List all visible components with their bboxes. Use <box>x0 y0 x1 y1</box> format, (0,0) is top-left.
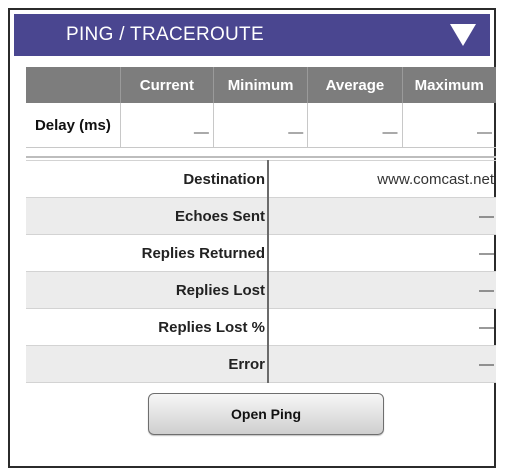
replies-returned-value: — <box>479 244 494 262</box>
replies-returned-label: Replies Returned <box>26 234 269 272</box>
column-header-current: Current <box>119 67 214 103</box>
echoes-sent-label: Echoes Sent <box>26 197 269 235</box>
delay-average-value: — <box>307 103 403 148</box>
panel-header: PING / TRACEROUTE <box>14 14 490 56</box>
open-ping-button[interactable]: Open Ping <box>148 393 384 435</box>
panel-title: PING / TRACEROUTE <box>66 24 264 45</box>
destination-value: www.comcast.net <box>377 170 494 188</box>
delay-row-label: Delay (ms) <box>26 103 121 148</box>
error-label: Error <box>26 345 269 383</box>
triangle-down-icon[interactable] <box>450 24 476 46</box>
ping-traceroute-panel: PING / TRACEROUTE Current Minimum Averag… <box>8 8 496 468</box>
delay-row: Delay (ms) — — — — <box>26 103 496 148</box>
replies-lost-percent-value: — <box>479 318 494 336</box>
table-row: Replies Returned — <box>26 234 496 272</box>
column-header-average: Average <box>307 67 403 103</box>
error-value: — <box>268 345 496 383</box>
delay-maximum-value: — <box>401 103 496 148</box>
echoes-sent-value: — <box>268 197 496 235</box>
delay-minimum-value: — <box>212 103 308 148</box>
delay-table: Current Minimum Average Maximum Delay (m… <box>26 67 496 148</box>
delay-current-value: — <box>119 103 214 148</box>
delay-table-header-row: Current Minimum Average Maximum <box>26 67 496 103</box>
replies-lost-value: — <box>268 271 496 309</box>
section-divider <box>26 156 496 158</box>
ping-results-table: Destination www.comcast.net Echoes Sent … <box>26 160 496 383</box>
destination-label: Destination <box>26 160 269 198</box>
replies-lost-percent-label: Replies Lost % <box>26 308 269 346</box>
replies-lost-label: Replies Lost <box>26 271 269 309</box>
table-row: Error — <box>26 345 496 383</box>
column-header-blank <box>26 67 121 103</box>
table-row: Replies Lost — <box>26 271 496 309</box>
table-row: Replies Lost % — <box>26 308 496 346</box>
table-row: Destination www.comcast.net <box>26 160 496 198</box>
column-header-minimum: Minimum <box>212 67 308 103</box>
column-header-maximum: Maximum <box>401 67 496 103</box>
table-row: Echoes Sent — <box>26 197 496 235</box>
